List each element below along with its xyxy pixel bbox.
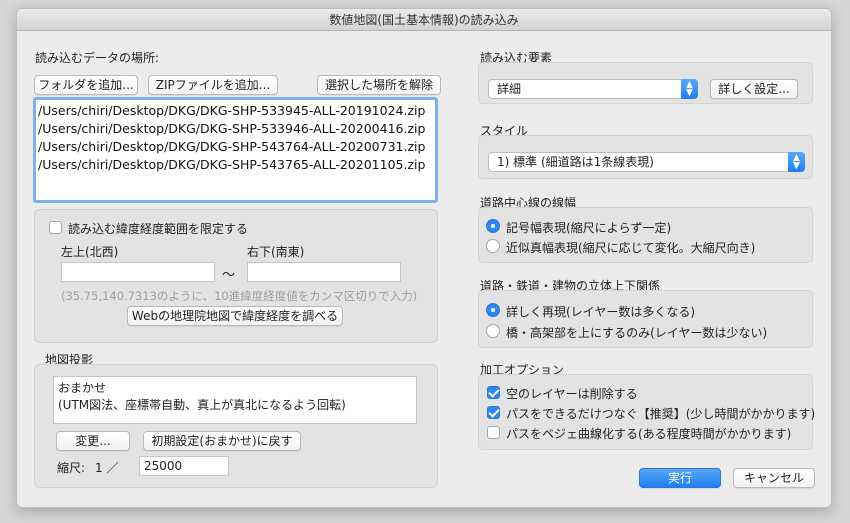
layering-group: 詳しく再現(レイヤー数は多くなる) 橋・高架部を上にするのみ(レイヤー数は少ない… [478,290,813,348]
road-width-group: 記号幅表現(縮尺によらず一定) 近似真幅表現(縮尺に応じて変化。大縮尺向き) [478,207,813,263]
scale-input[interactable]: 25000 [139,456,229,476]
elements-select[interactable]: 詳細 ▲ ▼ [488,79,698,99]
element-detail-button[interactable]: 詳しく設定... [710,79,798,99]
range-hint: (35.75,140.7313のように、10進緯度経度値をカンマ区切りで入力) [61,289,418,303]
web-map-button[interactable]: Webの地理院地図で緯度経度を調べる [127,306,343,326]
add-folder-button[interactable]: フォルダを追加... [34,75,138,95]
bottom-right-label: 右下(南東) [247,245,305,259]
elements-select-value: 詳細 [497,82,522,96]
chevron-updown-icon: ▲ ▼ [788,152,805,172]
road-width-radio-approx[interactable] [486,239,500,253]
style-group: 1) 標準 (細道路は1条線表現) ▲ ▼ [478,135,813,179]
range-group: 読み込む緯度経度範囲を限定する 左上(北西) 右下(南東) 〜 (35.75,1… [34,209,438,343]
file-list[interactable]: /Users/chiri/Desktop/DKG/DKG-SHP-533945-… [33,97,438,203]
range-limit-label: 読み込む緯度経度範囲を限定する [68,222,249,236]
processing-option-label: パスをできるだけつなぐ【推奨】(少し時間がかかります) [506,407,816,421]
processing-option-label: パスをベジェ曲線化する(ある程度時間がかかります) [506,427,792,441]
bezier-paths-checkbox[interactable] [487,426,500,439]
top-left-label: 左上(北西) [61,245,119,259]
top-left-field[interactable] [61,262,215,282]
bottom-right-field[interactable] [247,262,401,282]
window-title: 数値地図(国土基本情報)の読み込み [17,9,831,31]
scale-label: 縮尺: [57,461,86,475]
projection-line1: おまかせ [58,381,107,395]
scale-prefix: 1 ／ [95,461,119,475]
layering-option-label: 詳しく再現(レイヤー数は多くなる) [506,305,696,319]
file-list-item[interactable]: /Users/chiri/Desktop/DKG/DKG-SHP-533945-… [38,102,433,120]
layering-radio-simple[interactable] [486,324,500,338]
change-projection-button[interactable]: 変更... [56,431,130,451]
join-paths-checkbox[interactable] [487,406,500,419]
file-list-item[interactable]: /Users/chiri/Desktop/DKG/DKG-SHP-543765-… [38,156,433,174]
layering-radio-detailed[interactable] [486,303,500,317]
road-width-radio-symbol[interactable] [486,219,500,233]
projection-line2: (UTM図法、座標帯自動、真上が真北になるよう回転) [58,398,346,412]
file-list-item[interactable]: /Users/chiri/Desktop/DKG/DKG-SHP-543764-… [38,138,433,156]
style-select-value: 1) 標準 (細道路は1条線表現) [497,155,654,169]
projection-group: おまかせ (UTM図法、座標帯自動、真上が真北になるよう回転) 変更... 初期… [34,364,438,488]
reset-projection-button[interactable]: 初期設定(おまかせ)に戻す [143,431,301,451]
add-zip-button[interactable]: ZIPファイルを追加... [148,75,278,95]
location-heading: 読み込むデータの場所: [35,51,160,65]
file-list-item[interactable]: /Users/chiri/Desktop/DKG/DKG-SHP-533946-… [38,120,433,138]
elements-group: 詳細 ▲ ▼ 詳しく設定... [478,62,813,104]
road-width-option-label: 記号幅表現(縮尺によらず一定) [506,221,672,235]
run-button[interactable]: 実行 [639,468,721,488]
projection-description: おまかせ (UTM図法、座標帯自動、真上が真北になるよう回転) [53,376,417,424]
import-dialog: 数値地図(国土基本情報)の読み込み 読み込むデータの場所: フォルダを追加...… [16,8,832,508]
chevron-updown-icon: ▲ ▼ [681,79,698,99]
processing-option-label: 空のレイヤーは削除する [506,387,638,401]
range-limit-checkbox[interactable] [49,221,62,234]
layering-option-label: 橋・高架部を上にするのみ(レイヤー数は少ない) [506,326,768,340]
remove-location-button[interactable]: 選択した場所を解除 [317,75,441,95]
cancel-button[interactable]: キャンセル [733,468,815,488]
road-width-option-label: 近似真幅表現(縮尺に応じて変化。大縮尺向き) [506,241,756,255]
style-select[interactable]: 1) 標準 (細道路は1条線表現) ▲ ▼ [488,152,805,172]
remove-empty-layers-checkbox[interactable] [487,386,500,399]
range-separator: 〜 [222,268,236,283]
processing-group: 空のレイヤーは削除する パスをできるだけつなぐ【推奨】(少し時間がかかります) … [478,374,816,450]
